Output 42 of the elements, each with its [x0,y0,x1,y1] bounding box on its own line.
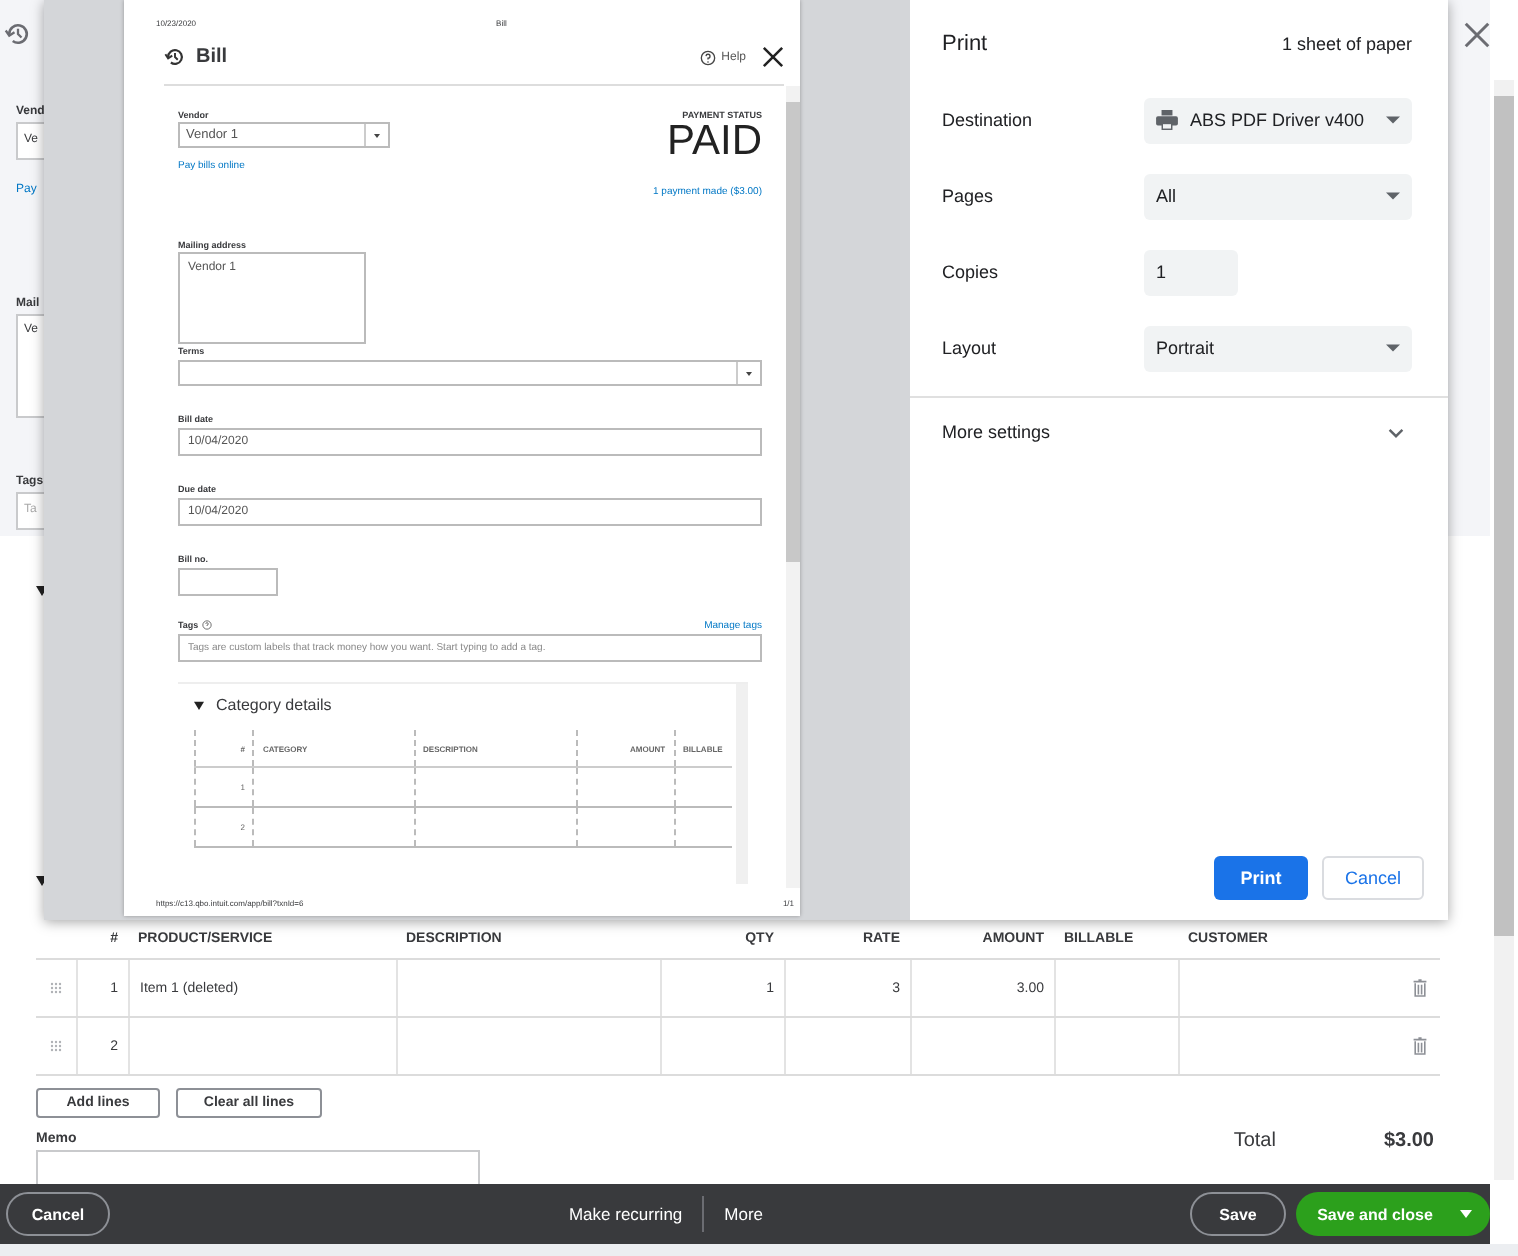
drag-handle-icon[interactable] [50,982,62,994]
print-button[interactable]: Print [1214,856,1308,900]
make-recurring-link[interactable]: Make recurring [568,1204,683,1224]
help-icon [699,49,716,65]
scrollbar[interactable] [1494,80,1514,1180]
setting-label: Destination [942,110,1033,130]
more-link[interactable]: More [724,1204,764,1224]
setting-select[interactable]: All [1144,173,1412,219]
history-icon [4,20,32,48]
dialog-title: Print [942,32,988,56]
trash-icon[interactable] [1412,1036,1428,1056]
printer-icon [1156,110,1178,130]
bill-number-field [178,568,278,596]
total-value: $3.00 [1383,1130,1434,1156]
close-icon[interactable] [1462,20,1492,50]
caret-icon [1386,344,1400,352]
caret-icon [746,371,752,375]
more-settings-toggle[interactable]: More settings [942,398,1412,466]
caret-icon [1386,116,1400,124]
setting-label: Copies [942,262,999,282]
trash-icon[interactable] [1412,978,1428,998]
setting-label: Layout [942,338,997,358]
section-title: Category details [216,695,332,713]
close-icon [762,46,784,68]
total-label: Total [1233,1130,1276,1156]
setting-select[interactable]: ABS PDF Driver v400 [1144,97,1412,143]
cancel-button[interactable]: Cancel [6,1192,110,1236]
help-icon [202,620,213,630]
caret-icon [374,133,380,137]
chevron-icon [1388,427,1404,437]
cancel-button[interactable]: Cancel [1322,856,1424,900]
copies-field[interactable]: 1 [1144,249,1238,295]
setting-select[interactable]: Portrait [1144,325,1412,371]
payment-status: PAID [667,120,762,164]
caret-icon [1386,192,1400,200]
drag-handle-icon[interactable] [50,1040,62,1052]
save-button[interactable]: Save [1190,1192,1286,1236]
bill-title: Bill [196,46,228,68]
sheet-count: 1 sheet of paper [1281,34,1412,54]
caret-icon [1460,1210,1473,1218]
history-icon [164,46,186,68]
setting-label: Pages [942,186,994,206]
